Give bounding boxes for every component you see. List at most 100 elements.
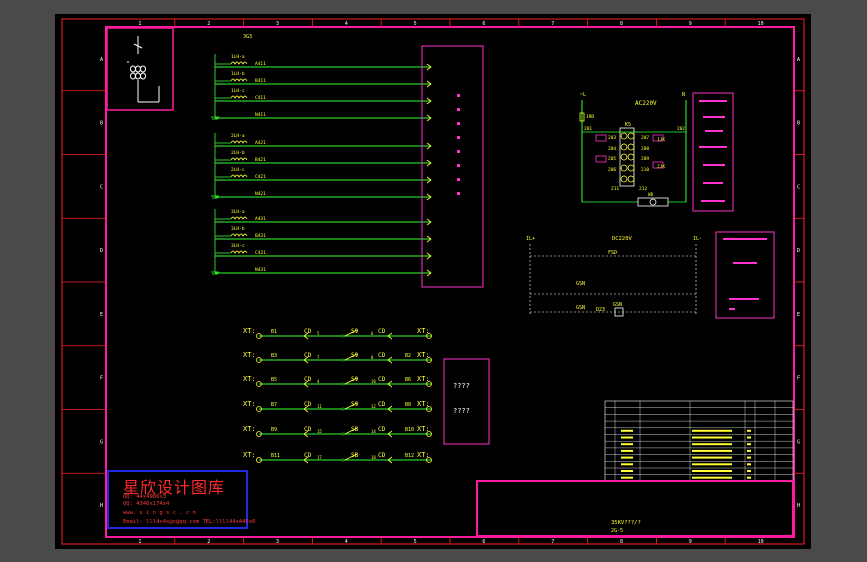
ct-coil-symbol [230,233,248,237]
trip-row-3: XT:XT:B5CD4S910CDB6 [243,375,432,388]
frame-row-left-C: C [100,184,103,190]
trip-terminal-left: B11 [271,453,280,459]
device-box-marks [457,94,460,195]
ks-contact-left [620,164,628,172]
ct-header: 3G3 [243,34,252,40]
trip-cd-right: CD [378,452,386,459]
parts-list-lines [605,401,793,481]
node-206: 206 [608,167,616,173]
drawing-canvas[interactable]: 1 1 2 2 3 3 4 4 5 5 6 6 7 7 8 8 9 9 10 10 A A B B C C D D E E F F G G H H 3… [55,14,811,549]
trip-cd-right: CD [378,352,386,359]
trip-terminal-right: B10 [405,427,414,433]
frame-col-bottom-1: 1 [138,539,141,545]
watermark-line-1: QQ: 44x4986x3 [123,494,167,500]
trip-switch-index: 14 [371,429,376,434]
frame-row-right-B: B [797,121,800,127]
trip-device-box [443,358,490,445]
node-202: 202 [677,126,685,132]
measurement-device-box [421,45,484,288]
trip-cd-left: CD [304,452,312,459]
title-block [476,480,794,537]
frame-col-top-4: 4 [345,21,348,27]
node-204: 204 [608,146,616,152]
trip-switch-index: 12 [371,404,376,409]
wd-label: WD [648,192,654,198]
drawing-number: 2G-5 [611,528,623,534]
ct-wire-label: C431 [255,250,266,256]
ct-group-1: A411 1LH-a B411 1LH-b C411 1LH-c N411 [211,54,432,122]
trip-cd-index: 5 [317,331,320,336]
trip-cd-index: 4 [317,379,320,384]
ct-coil-label: 2LH-b [231,150,245,156]
trip-cd-index: 15 [317,429,322,434]
ac-control-circuit: ~L AC220V N 1RD 201 202 KS 203 204 205 2… [579,92,687,207]
ct-wire-label: N431 [255,267,266,273]
trip-xt-left: XT: [243,375,256,383]
ac-legend-box [692,92,734,212]
frame-row-right-F: F [797,376,800,382]
frame-col-top-2: 2 [207,21,210,27]
frame-col-bottom-8: 8 [620,539,623,545]
ct-coil-symbol [230,61,248,65]
drawing-name: 35KV???/? [611,520,641,526]
trip-terminal-left: B5 [271,377,277,383]
trip-switch-index: 10 [371,379,376,384]
main-frame [105,26,795,538]
fuse-label: 1RD [586,114,594,120]
frame-row-left-F: F [100,376,103,382]
ct-wire-label: C411 [255,95,266,101]
dc-contact-2: GSN [576,305,585,311]
ks-contact-right [627,164,635,172]
node-203: 203 [608,135,616,141]
trip-xt-left: XT: [243,351,256,359]
trip-terminal-left: B3 [271,353,277,359]
ct-coil-label: 1LH-c [231,88,245,94]
frame-col-top-3: 3 [276,21,279,27]
ks-contact-right [627,143,635,151]
ks-contact-right [627,175,635,183]
trip-row-1: XT:XT:B1CD5S96CD [243,327,432,340]
trip-xt-left: XT: [243,400,256,408]
cad-viewer: 1 1 2 2 3 3 4 4 5 5 6 6 7 7 8 8 9 9 10 10 A A B B C C D D E E F F G G H H 3… [0,0,867,562]
coil-2jk-label: 2JK [657,164,665,170]
trip-terminal-left: B9 [271,427,277,433]
trip-row-4: XT:XT:B7CD11S912CDB8 [243,400,432,413]
ac-voltage-label: AC220V [635,100,657,107]
trip-terminal-right: B2 [405,353,411,359]
frame-row-left-E: E [100,312,103,318]
trip-xt-left: XT: [243,451,256,459]
ct-coil-symbol [230,174,248,178]
frame-row-right-G: G [797,439,800,445]
ct-wire-label: N421 [255,191,266,197]
frame-row-left-H: H [100,503,103,509]
ct-coil-symbol [230,216,248,220]
ct-coil-label: 2LH-c [231,167,245,173]
ks-contact-left [620,153,628,161]
ks-label: KS [625,122,631,128]
frame-row-right-E: E [797,312,800,318]
trip-cd-right: CD [378,328,386,335]
ct-wire-label: B431 [255,233,266,239]
frame-col-bottom-5: 5 [414,539,417,545]
ct-wiring: A411 1LH-a B411 1LH-b C411 1LH-c N411 A421 2LH-a… [211,54,432,277]
frame-row-left-D: D [100,248,103,254]
watermark-line-2: QQ: 4346x174x4 [123,501,170,507]
dc-control-circuit: IL+ DC220V IL- FSD GSN GSN D23 GSN [526,236,702,317]
ct-wire-label: B421 [255,157,266,163]
left-terminal-label: ~L [580,92,586,98]
frame-col-top-8: 8 [620,21,623,27]
watermark-line-3: www. x i n g s c . c n [123,510,196,516]
dc-fuse-label: FSD [608,250,617,256]
ct-wire-label: C421 [255,174,266,180]
trip-row-2: XT:XT:B3CD7S98CDB2 [243,351,432,364]
ct-coil-label: 3LH-a [231,209,245,215]
trip-cd-right: CD [378,376,386,383]
dc-legend-text [723,238,767,310]
dc-legend-box [715,231,775,319]
trip-cd-right: CD [378,401,386,408]
dc-node: D23 [596,307,605,313]
trip-xt-left: XT: [243,425,256,433]
frame-row-right-H: H [797,503,800,509]
ct-coil-symbol [230,95,248,99]
ct-coil-label: 3LH-b [231,226,245,232]
